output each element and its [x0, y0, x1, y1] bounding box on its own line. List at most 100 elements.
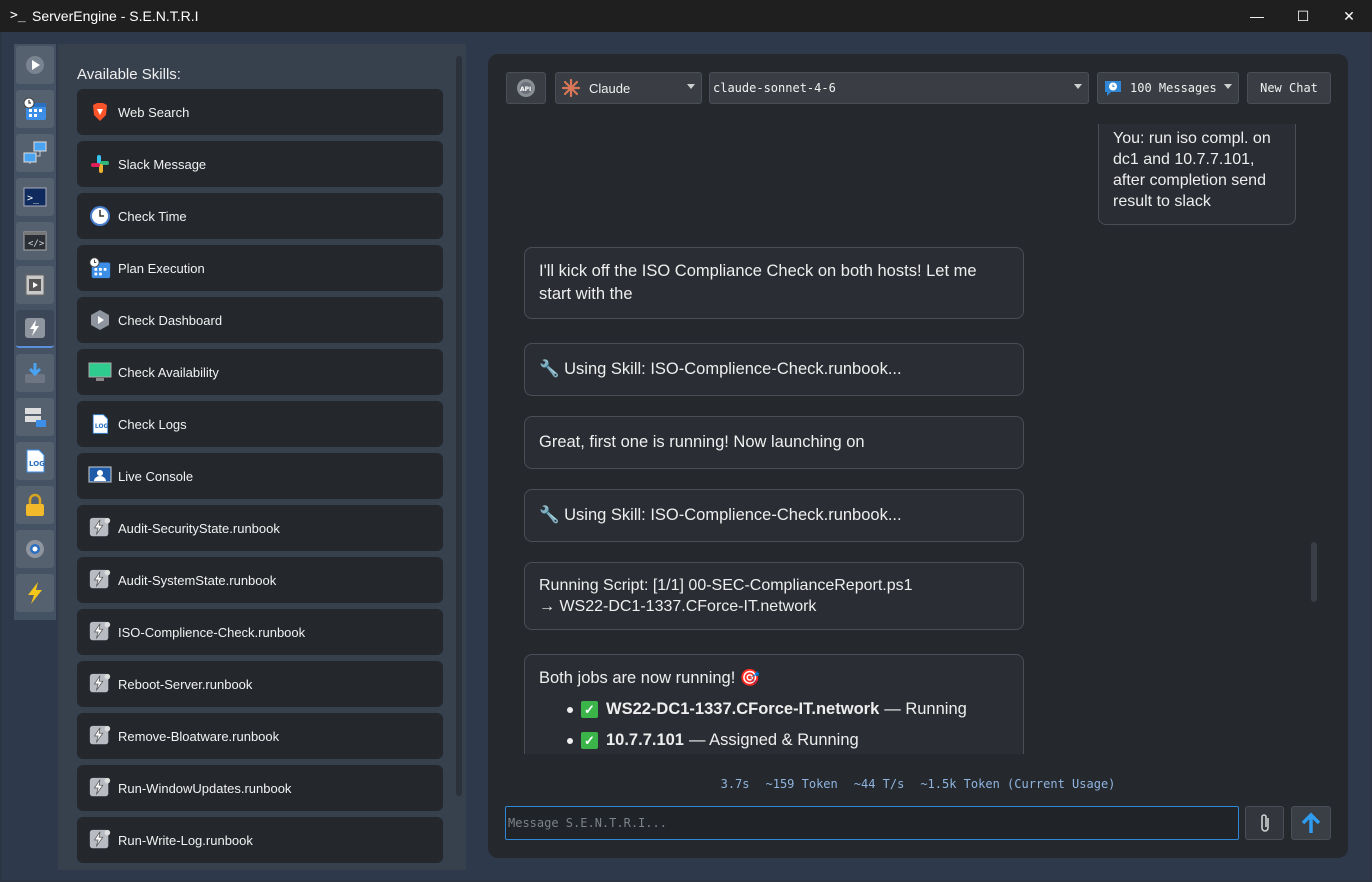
- rail-log-icon[interactable]: LOG: [16, 442, 54, 480]
- skill-audit-securitystate[interactable]: Audit-SecurityState.runbook: [77, 505, 443, 551]
- rail-runbook-icon[interactable]: [16, 310, 54, 348]
- skill-slack-message[interactable]: Slack Message: [77, 141, 443, 187]
- slack-icon: [88, 152, 112, 176]
- runbook-icon: [88, 828, 112, 852]
- current-usage: ~1.5k Token (Current Usage): [920, 777, 1116, 791]
- skill-run-windowupdates[interactable]: Run-WindowUpdates.runbook: [77, 765, 443, 811]
- svg-text:LOG: LOG: [95, 424, 109, 430]
- chat-scrollbar[interactable]: [1311, 542, 1317, 602]
- runbook-icon: [88, 724, 112, 748]
- calendar-clock-icon: [88, 256, 112, 280]
- job-status: — Running: [884, 700, 967, 718]
- skill-remove-bloatware[interactable]: Remove-Bloatware.runbook: [77, 713, 443, 759]
- message-bubble-icon: [1103, 78, 1123, 98]
- minimize-button[interactable]: —: [1234, 0, 1280, 32]
- nav-rail: >_ </> LOG: [14, 44, 56, 620]
- script-line: Running Script: [1/1] 00-SEC-ComplianceR…: [539, 577, 913, 594]
- list-item: ✓ 10.7.7.101 — Assigned & Running: [567, 729, 1009, 752]
- chevron-down-icon: [687, 84, 695, 89]
- skill-audit-systemstate[interactable]: Audit-SystemState.runbook: [77, 557, 443, 603]
- svg-text:API: API: [520, 86, 531, 93]
- send-button[interactable]: [1291, 806, 1331, 840]
- runbook-icon: [88, 568, 112, 592]
- check-icon: ✓: [581, 701, 598, 718]
- jobs-intro: Both jobs are now running! 🎯: [539, 669, 761, 687]
- runbook-icon: [88, 516, 112, 540]
- title-bar: >_ ServerEngine - S.E.N.T.R.I — ☐ ✕: [0, 0, 1372, 32]
- skill-reboot-server[interactable]: Reboot-Server.runbook: [77, 661, 443, 707]
- rail-code-window-icon[interactable]: </>: [16, 222, 54, 260]
- check-icon: ✓: [581, 732, 598, 749]
- chevron-down-icon: [1224, 84, 1232, 89]
- chat-toolbar: API Claude claude-sonnet-4-6 100 Message…: [506, 72, 1332, 106]
- skill-usage-message: 🔧 Using Skill: ISO-Complience-Check.runb…: [524, 489, 1024, 542]
- skill-check-availability[interactable]: Check Availability: [77, 349, 443, 395]
- console-user-icon: [88, 464, 112, 488]
- monitor-icon: [88, 360, 112, 384]
- rail-lightning-icon[interactable]: [16, 574, 54, 612]
- rail-calendar-clock-icon[interactable]: [16, 90, 54, 128]
- skill-run-write-log[interactable]: Run-Write-Log.runbook: [77, 817, 443, 863]
- claude-logo-icon: [561, 78, 581, 98]
- assistant-message: Both jobs are now running! 🎯 ✓ WS22-DC1-…: [524, 654, 1024, 754]
- response-time: 3.7s: [720, 777, 750, 791]
- brave-lion-icon: [88, 100, 112, 124]
- assistant-message: Great, first one is running! Now launchi…: [524, 416, 1024, 469]
- rail-media-icon[interactable]: [16, 266, 54, 304]
- rail-servers-icon[interactable]: [16, 398, 54, 436]
- provider-select[interactable]: Claude: [555, 72, 702, 104]
- api-button[interactable]: API: [506, 72, 546, 104]
- rail-play-icon[interactable]: [16, 46, 54, 84]
- message-input[interactable]: Message S.E.N.T.R.I...: [505, 806, 1239, 840]
- job-status: — Assigned & Running: [689, 731, 859, 749]
- close-button[interactable]: ✕: [1326, 0, 1372, 32]
- model-select[interactable]: claude-sonnet-4-6: [709, 72, 1089, 104]
- list-item: ✓ WS22-DC1-1337.CForce-IT.network — Runn…: [567, 698, 1009, 721]
- attach-button[interactable]: [1245, 806, 1284, 840]
- chat-panel: API Claude claude-sonnet-4-6 100 Message…: [488, 54, 1348, 858]
- new-chat-button[interactable]: New Chat: [1247, 72, 1331, 104]
- rail-powershell-icon[interactable]: >_: [16, 178, 54, 216]
- skill-usage-message: 🔧 Using Skill: ISO-Complience-Check.runb…: [524, 343, 1024, 396]
- paperclip-icon: [1260, 814, 1269, 832]
- skill-check-logs[interactable]: LOG Check Logs: [77, 401, 443, 447]
- dashboard-icon: [88, 308, 112, 332]
- user-message: You: run iso compl. on dc1 and 10.7.7.10…: [1098, 124, 1296, 225]
- skill-plan-execution[interactable]: Plan Execution: [77, 245, 443, 291]
- app-icon: >_: [10, 8, 26, 23]
- assistant-message: I'll kick off the ISO Compliance Check o…: [524, 247, 1024, 319]
- chevron-down-icon: [1074, 84, 1082, 89]
- arrow-up-icon: [1301, 812, 1321, 833]
- skill-live-console[interactable]: Live Console: [77, 453, 443, 499]
- runbook-icon: [88, 776, 112, 800]
- log-icon: LOG: [88, 412, 112, 436]
- clock-icon: [88, 204, 112, 228]
- job-host: WS22-DC1-1337.CForce-IT.network: [606, 700, 880, 718]
- model-value: claude-sonnet-4-6: [713, 81, 836, 95]
- skill-web-search[interactable]: Web Search: [77, 89, 443, 135]
- bullet: [567, 706, 573, 713]
- usage-stats: 3.7s ~159 Token ~44 T/s ~1.5k Token (Cur…: [488, 777, 1348, 791]
- provider-value: Claude: [589, 80, 631, 96]
- runbook-icon: [88, 672, 112, 696]
- bullet: [567, 737, 573, 744]
- message-limit-select[interactable]: 100 Messages: [1097, 72, 1239, 104]
- api-gear-icon: API: [517, 79, 535, 97]
- window-title: ServerEngine - S.E.N.T.R.I: [32, 8, 199, 24]
- rail-gear-icon[interactable]: [16, 530, 54, 568]
- skills-scrollbar[interactable]: [456, 56, 462, 796]
- skill-check-dashboard[interactable]: Check Dashboard: [77, 297, 443, 343]
- rail-network-icon[interactable]: [16, 134, 54, 172]
- skill-iso-complience-check[interactable]: ISO-Complience-Check.runbook: [77, 609, 443, 655]
- message-list: You: run iso compl. on dc1 and 10.7.7.10…: [488, 124, 1348, 754]
- script-target: → WS22-DC1-1337.CForce-IT.network: [539, 598, 817, 615]
- rail-lock-icon[interactable]: [16, 486, 54, 524]
- message-limit-value: 100 Messages: [1130, 81, 1217, 95]
- maximize-button[interactable]: ☐: [1280, 0, 1326, 32]
- script-status-message: Running Script: [1/1] 00-SEC-ComplianceR…: [524, 562, 1024, 630]
- rail-download-icon[interactable]: [16, 354, 54, 392]
- skills-title: Available Skills:: [77, 66, 181, 83]
- runbook-icon: [88, 620, 112, 644]
- token-rate: ~44 T/s: [853, 777, 905, 791]
- skill-check-time[interactable]: Check Time: [77, 193, 443, 239]
